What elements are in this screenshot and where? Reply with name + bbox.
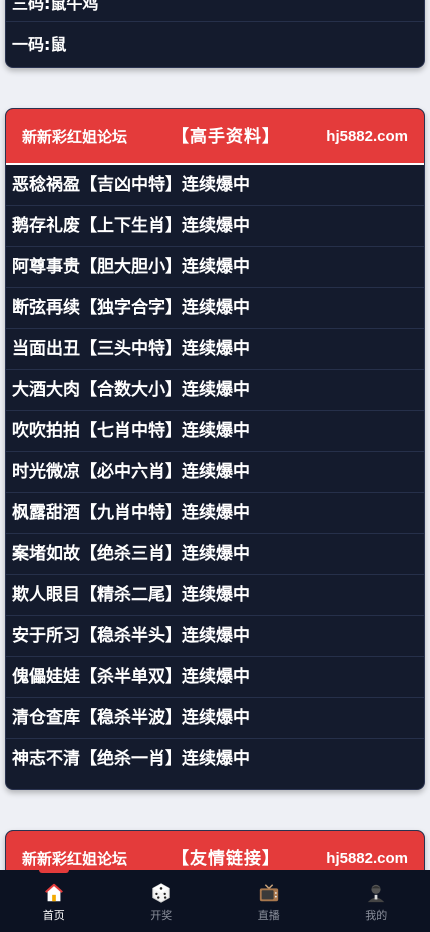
- list-item[interactable]: 断弦再续【独字合字】连续爆中: [6, 288, 424, 329]
- tv-icon: [259, 884, 278, 902]
- list-item[interactable]: 时光微凉【必中六肖】连续爆中: [6, 452, 424, 493]
- section-title: 【高手资料】: [172, 127, 280, 147]
- prediction-row: 三码:鼠牛鸡: [6, 0, 424, 22]
- list-item[interactable]: 阿尊事贵【胆大胆小】连续爆中: [6, 247, 424, 288]
- nav-label: 我的: [365, 909, 388, 922]
- site-link[interactable]: hj5882.com: [326, 109, 408, 165]
- list-item[interactable]: 恶稔祸盈【吉凶中特】连续爆中: [6, 165, 424, 206]
- nav-home[interactable]: 首页: [0, 870, 108, 932]
- list-item[interactable]: 神志不清【绝杀一肖】连续爆中: [6, 739, 424, 780]
- dice-icon: [152, 883, 170, 903]
- bottom-nav: 首页 开奖 直播 我的: [0, 870, 430, 932]
- user-icon: [368, 884, 385, 903]
- list-item[interactable]: 安于所习【稳杀半头】连续爆中: [6, 616, 424, 657]
- list-item[interactable]: 鹅存礼废【上下生肖】连续爆中: [6, 206, 424, 247]
- nav-label: 首页: [42, 909, 65, 922]
- list-item[interactable]: 枫露甜酒【九肖中特】连续爆中: [6, 493, 424, 534]
- app-viewport: 三码:鼠牛鸡 一码:鼠 新新彩红姐论坛 【高手资料】 hj5882.com 恶稔…: [0, 0, 430, 932]
- nav-live[interactable]: 直播: [215, 870, 323, 932]
- nav-mine[interactable]: 我的: [323, 870, 430, 932]
- zodiac-prediction-card: 三码:鼠牛鸡 一码:鼠: [5, 0, 425, 68]
- list-item[interactable]: 傀儡娃娃【杀半单双】连续爆中: [6, 657, 424, 698]
- master-data-card: 新新彩红姐论坛 【高手资料】 hj5882.com 恶稔祸盈【吉凶中特】连续爆中…: [5, 108, 425, 790]
- list-item[interactable]: 吹吹拍拍【七肖中特】连续爆中: [6, 411, 424, 452]
- nav-label: 直播: [257, 909, 280, 922]
- nav-lottery[interactable]: 开奖: [108, 870, 216, 932]
- list-item[interactable]: 大酒大肉【合数大小】连续爆中: [6, 370, 424, 411]
- list-item[interactable]: 案堵如故【绝杀三肖】连续爆中: [6, 534, 424, 575]
- list-item[interactable]: 当面出丑【三头中特】连续爆中: [6, 329, 424, 370]
- list-item[interactable]: 欺人眼目【精杀二尾】连续爆中: [6, 575, 424, 616]
- forum-name: 新新彩红姐论坛: [22, 128, 128, 146]
- active-indicator: [38, 870, 69, 873]
- card-header: 新新彩红姐论坛 【高手资料】 hj5882.com: [6, 109, 424, 165]
- prediction-row: 一码:鼠: [12, 35, 67, 54]
- nav-label: 开奖: [150, 909, 173, 922]
- master-list: 恶稔祸盈【吉凶中特】连续爆中 鹅存礼废【上下生肖】连续爆中 阿尊事贵【胆大胆小】…: [6, 165, 424, 780]
- home-icon: [44, 883, 63, 902]
- list-item[interactable]: 清仓查库【稳杀半波】连续爆中: [6, 698, 424, 739]
